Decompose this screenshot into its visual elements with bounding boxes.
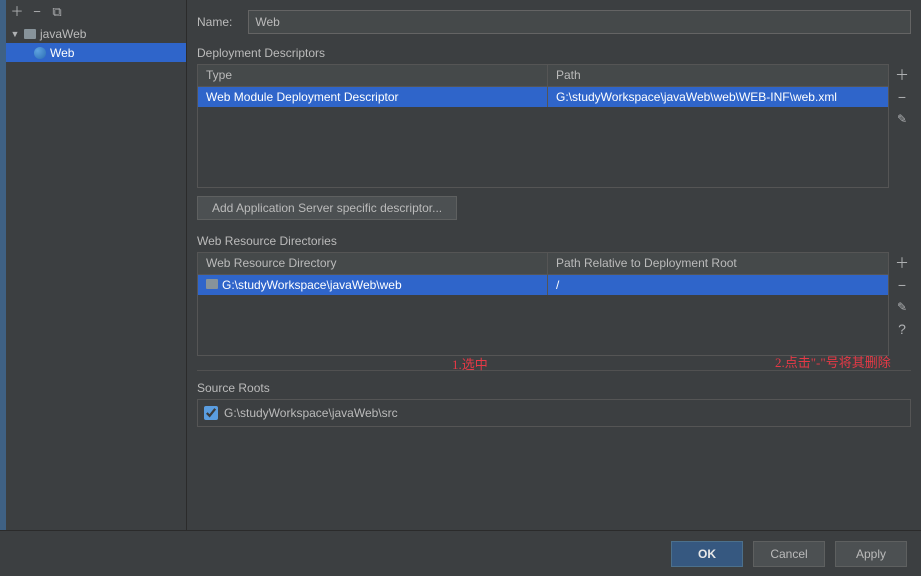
resources-col-dir: Web Resource Directory: [198, 253, 548, 274]
add-descriptor-icon[interactable]: ＋: [893, 64, 911, 86]
resources-col-path: Path Relative to Deployment Root: [548, 253, 888, 274]
resource-dir-cell: G:\studyWorkspace\javaWeb\web: [198, 275, 548, 295]
descriptors-side-buttons: ＋ − ✎: [889, 64, 911, 188]
add-server-descriptor-button[interactable]: Add Application Server specific descript…: [197, 196, 457, 220]
chevron-down-icon: ▼: [10, 29, 20, 39]
tree-node-project[interactable]: ▼ javaWeb: [6, 24, 186, 43]
separator: [197, 370, 911, 371]
dialog-footer: OK Cancel Apply: [0, 530, 921, 576]
resources-title: Web Resource Directories: [197, 234, 911, 248]
folder-icon: [206, 278, 218, 292]
add-icon[interactable]: ＋: [10, 4, 24, 18]
source-root-checkbox[interactable]: [204, 406, 218, 420]
resource-path-cell: /: [548, 275, 888, 295]
edit-descriptor-icon[interactable]: ✎: [893, 108, 911, 130]
source-root-row[interactable]: G:\studyWorkspace\javaWeb\src: [204, 406, 904, 420]
descriptor-type-cell: Web Module Deployment Descriptor: [198, 87, 548, 107]
source-roots-box: G:\studyWorkspace\javaWeb\src: [197, 399, 911, 427]
resources-panel: Web Resource Directory Path Relative to …: [197, 252, 911, 356]
source-root-path: G:\studyWorkspace\javaWeb\src: [224, 406, 398, 420]
facet-config-panel: Name: Deployment Descriptors Type Path W…: [187, 0, 921, 530]
edit-resource-icon[interactable]: ✎: [893, 296, 911, 318]
resources-table: Web Resource Directory Path Relative to …: [197, 252, 889, 356]
resource-row[interactable]: G:\studyWorkspace\javaWeb\web /: [198, 275, 888, 295]
ok-button[interactable]: OK: [671, 541, 743, 567]
cancel-button[interactable]: Cancel: [753, 541, 825, 567]
descriptors-title: Deployment Descriptors: [197, 46, 911, 60]
web-facet-icon: [32, 46, 48, 60]
name-input[interactable]: [248, 10, 911, 34]
descriptor-path-cell: G:\studyWorkspace\javaWeb\web\WEB-INF\we…: [548, 87, 888, 107]
apply-button[interactable]: Apply: [835, 541, 907, 567]
tree-node-web[interactable]: Web: [6, 43, 186, 62]
tree-label: Web: [50, 46, 74, 60]
module-tree-panel: ＋ − ⧉ ▼ javaWeb Web: [6, 0, 187, 530]
help-resource-icon[interactable]: ?: [893, 318, 911, 340]
descriptors-col-path: Path: [548, 65, 888, 86]
module-tree: ▼ javaWeb Web: [6, 22, 186, 64]
resources-side-buttons: ＋ − ✎ ?: [889, 252, 911, 356]
tree-label: javaWeb: [40, 27, 86, 41]
name-row: Name:: [197, 10, 911, 34]
tree-toolbar: ＋ − ⧉: [6, 0, 186, 22]
descriptors-table: Type Path Web Module Deployment Descript…: [197, 64, 889, 188]
remove-descriptor-icon[interactable]: −: [893, 86, 911, 108]
descriptors-col-type: Type: [198, 65, 548, 86]
remove-resource-icon[interactable]: −: [893, 274, 911, 296]
descriptor-row[interactable]: Web Module Deployment Descriptor G:\stud…: [198, 87, 888, 107]
name-label: Name:: [197, 15, 232, 29]
copy-icon[interactable]: ⧉: [50, 4, 64, 18]
remove-icon[interactable]: −: [30, 4, 44, 18]
folder-icon: [22, 27, 38, 41]
descriptors-panel: Type Path Web Module Deployment Descript…: [197, 64, 911, 188]
source-roots-title: Source Roots: [197, 381, 911, 395]
add-resource-icon[interactable]: ＋: [893, 252, 911, 274]
